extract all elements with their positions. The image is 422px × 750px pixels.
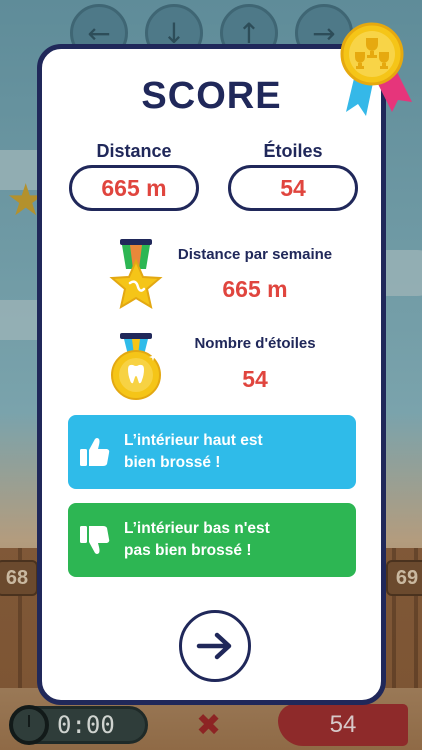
- game-bottom-bar: 0:00 ✖ 54: [0, 700, 422, 750]
- game-score: 54: [278, 704, 408, 746]
- tip-text: L’intérieur bas n'est pas bien brossé !: [124, 520, 270, 559]
- arrow-right-icon: [196, 632, 232, 660]
- fence-number-right: 69: [386, 560, 422, 596]
- distance-value: 665 m: [69, 165, 199, 211]
- score-title: SCORE: [141, 75, 282, 117]
- close-icon: ✖: [196, 708, 222, 743]
- star-count-label: Nombre d'étoiles: [194, 335, 316, 352]
- distance-label: Distance: [96, 141, 172, 161]
- star-count-value: 54: [242, 366, 268, 392]
- score-card: SCORE Distance 665 m Étoiles 54 Distance…: [37, 44, 386, 705]
- timer: 0:00: [9, 705, 148, 745]
- tip-lower-inside: L’intérieur bas n'est pas bien brossé !: [68, 503, 356, 577]
- tip-text: L’intérieur haut est bien brossé !: [124, 432, 263, 471]
- weekly-distance-label: Distance par semaine: [177, 246, 333, 263]
- stars-label: Étoiles: [263, 141, 323, 161]
- star-medal-icon: [106, 239, 166, 317]
- timer-value: 0:00: [57, 711, 115, 739]
- tooth-medal-icon: [108, 333, 164, 407]
- stars-value: 54: [228, 165, 358, 211]
- thumb-down-icon: [68, 523, 122, 557]
- weekly-distance-value: 665 m: [222, 276, 288, 302]
- tip-upper-inside: L’intérieur haut est bien brossé !: [68, 415, 356, 489]
- thumb-up-icon: [68, 435, 122, 469]
- fence-number-left: 68: [0, 560, 38, 596]
- stopwatch-icon: [9, 705, 49, 745]
- next-button[interactable]: [179, 610, 251, 682]
- trophy-badge-icon: [336, 20, 422, 120]
